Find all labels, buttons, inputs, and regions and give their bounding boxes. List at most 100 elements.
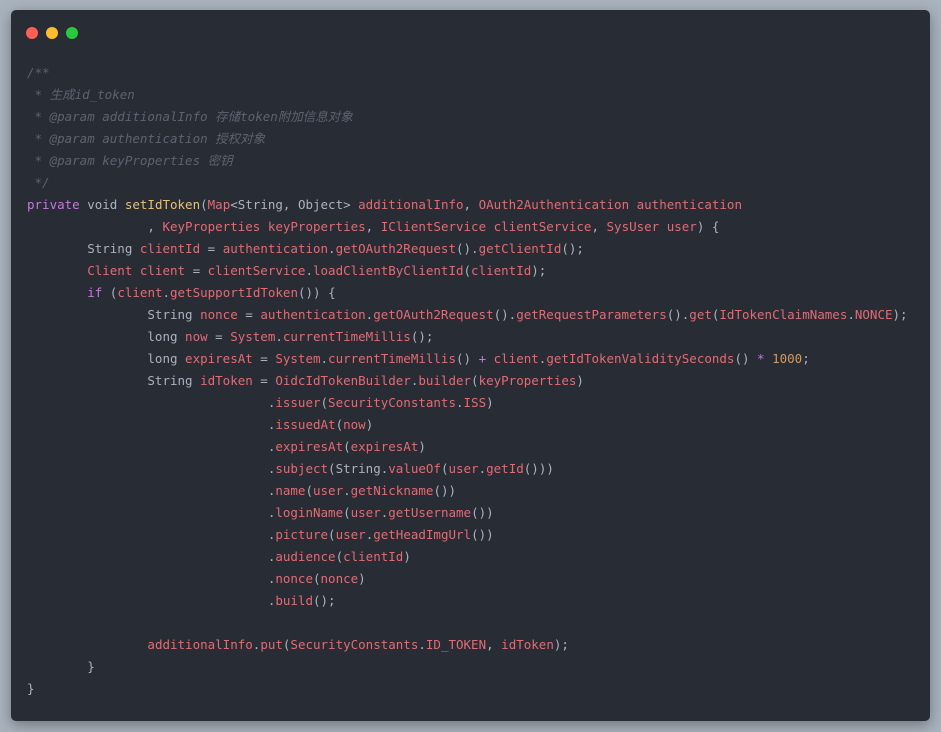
code-line: .issuer(SecurityConstants.ISS)	[27, 392, 908, 414]
code-token: issuedAt	[275, 417, 336, 432]
code-token: (	[335, 417, 344, 432]
code-line: * @param keyProperties 密钥	[27, 150, 908, 172]
code-token: ;	[802, 351, 810, 366]
code-token: idToken	[200, 373, 253, 388]
code-line: long now = System.currentTimeMillis();	[27, 326, 908, 348]
code-token: OidcIdTokenBuilder	[275, 373, 411, 388]
code-block[interactable]: /** * 生成id_token * @param additionalInfo…	[27, 62, 908, 700]
code-token: ()	[455, 351, 479, 366]
code-token: if	[87, 285, 103, 300]
code-line: }	[27, 678, 908, 700]
code-token: user	[448, 461, 479, 476]
code-token: +	[478, 351, 487, 366]
code-token: (	[463, 263, 472, 278]
maximize-window-dot-icon[interactable]	[66, 27, 78, 39]
code-line: String nonce = authentication. getOAuth2R…	[27, 304, 908, 326]
code-line: .picture(user.getHeadImgUrl())	[27, 524, 908, 546]
code-token: get	[689, 307, 712, 322]
code-token: .	[27, 593, 276, 608]
code-token: build	[275, 593, 313, 608]
code-token: loadClientByClientId	[313, 263, 464, 278]
code-token: builder	[418, 373, 472, 388]
code-token: =	[185, 263, 208, 278]
code-token: audience	[275, 549, 336, 564]
code-token: getNickname	[350, 483, 434, 498]
code-token: }	[27, 681, 35, 696]
code-token: SysUser user	[606, 219, 697, 234]
code-token: KeyProperties keyProperties	[162, 219, 366, 234]
code-token: user	[335, 527, 366, 542]
code-token: ,	[591, 219, 607, 234]
code-line: * @param additionalInfo 存储token附加信息对象	[27, 106, 908, 128]
code-token: additionalInfo	[358, 197, 464, 212]
code-token: SecurityConstants	[328, 395, 456, 410]
code-line: .name(user.getNickname())	[27, 480, 908, 502]
code-token: =	[237, 307, 261, 322]
code-line: .build();	[27, 590, 908, 612]
code-token: expiresAt	[350, 439, 419, 454]
code-line: String clientId = authentication.getOAut…	[27, 238, 908, 260]
code-line: }	[27, 656, 908, 678]
code-token: void	[79, 197, 125, 212]
code-token: long	[27, 329, 186, 344]
code-token: }	[27, 659, 95, 674]
code-token: )	[418, 439, 426, 454]
code-token: currentTimeMillis	[328, 351, 456, 366]
code-line: * 生成id_token	[27, 84, 908, 106]
code-token: .	[27, 549, 276, 564]
code-token: getOAuth2Request	[373, 307, 494, 322]
code-token: client	[117, 285, 163, 300]
code-token: getClientId	[478, 241, 562, 256]
code-token: * 生成id_token	[27, 87, 135, 102]
code-token: setIdToken	[124, 197, 201, 212]
code-token: );	[892, 307, 908, 322]
code-token: ID_TOKEN	[425, 637, 487, 652]
code-token: issuer	[275, 395, 321, 410]
code-token: =	[207, 329, 231, 344]
code-token: .	[27, 505, 276, 520]
code-token: (	[471, 373, 479, 388]
code-token: (	[343, 505, 351, 520]
code-token: 1000	[772, 351, 803, 366]
code-token: (	[320, 395, 329, 410]
code-token: )	[365, 417, 374, 432]
code-token: client	[493, 351, 539, 366]
code-token: Client client	[27, 263, 186, 278]
code-token: ().	[666, 307, 690, 322]
code-token: */	[27, 175, 50, 190]
code-line: .subject(String.valueOf(user.getId()))	[27, 458, 908, 480]
code-line: additionalInfo.put(SecurityConstants.ID_…	[27, 634, 908, 656]
code-token: .	[328, 241, 336, 256]
code-token: (	[335, 549, 344, 564]
code-token: ()	[734, 351, 758, 366]
code-token: .	[27, 527, 276, 542]
code-token: );	[531, 263, 547, 278]
code-token: ) {	[696, 219, 720, 234]
minimize-window-dot-icon[interactable]	[46, 27, 58, 39]
code-token: .	[27, 461, 276, 476]
code-token: String	[27, 241, 140, 256]
code-token: clientId	[139, 241, 201, 256]
code-line: .issuedAt(now)	[27, 414, 908, 436]
code-token: .	[455, 395, 464, 410]
code-token: OAuth2Authentication authentication	[478, 197, 742, 212]
close-window-dot-icon[interactable]	[26, 27, 38, 39]
code-token: getSupportIdToken	[170, 285, 298, 300]
code-token: keyProperties	[478, 373, 577, 388]
code-window: /** * 生成id_token * @param additionalInfo…	[11, 10, 930, 721]
code-token: /**	[27, 65, 50, 80]
code-token: *	[757, 351, 765, 366]
code-token: ,	[486, 637, 502, 652]
code-token: )	[403, 549, 411, 564]
code-line: .audience(clientId)	[27, 546, 908, 568]
code-token: user	[313, 483, 344, 498]
code-token: ())	[433, 483, 457, 498]
code-token: long	[27, 351, 186, 366]
code-token: getOAuth2Request	[335, 241, 456, 256]
code-token: .	[27, 571, 276, 586]
code-token: user	[350, 505, 381, 520]
code-token: currentTimeMillis	[282, 329, 411, 344]
code-token: getUsername	[388, 505, 472, 520]
